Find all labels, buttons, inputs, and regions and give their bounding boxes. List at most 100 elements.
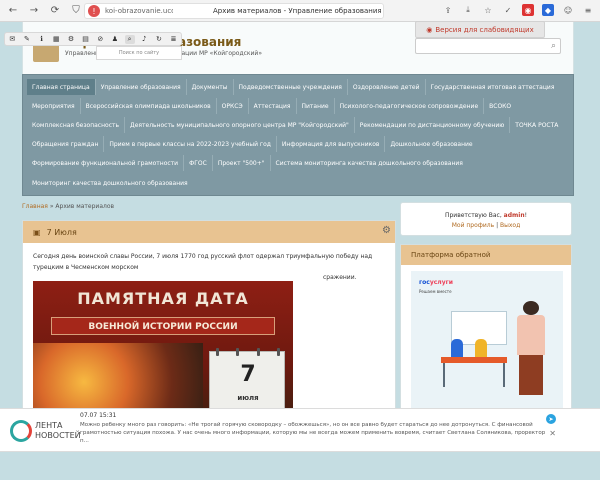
breadcrumb-current: Архив материалов <box>55 203 115 210</box>
forward-icon[interactable]: → <box>26 3 42 19</box>
article-side-text: сражении. <box>323 274 357 281</box>
poster-heading: ПАМЯТНАЯ ДАТА <box>77 289 249 308</box>
block-icon[interactable]: ⊘ <box>95 35 105 43</box>
user-box: Приветствую Вас, admin! Мой профиль | Вы… <box>400 202 572 236</box>
bell-icon[interactable]: ♪ <box>139 35 149 43</box>
news-logo-line2: НОВОСТЕЙ <box>35 431 81 440</box>
low-vision-button[interactable]: ◉ Версия для слабовидящих <box>415 21 545 38</box>
back-icon[interactable]: ← <box>5 3 21 19</box>
nav-item[interactable]: Рекомендации по дистанционному обучению <box>355 117 511 133</box>
search-input[interactable]: ⌕ <box>415 38 561 54</box>
calendar-day: 7 <box>240 362 256 387</box>
shield-check-icon[interactable]: ✓ <box>502 4 514 16</box>
gear-icon[interactable]: ⚙ <box>382 225 391 236</box>
nav-item[interactable]: ОРКСЭ <box>217 98 249 114</box>
info-icon[interactable]: ℹ <box>37 35 47 43</box>
star-icon[interactable]: ☆ <box>482 4 494 16</box>
list-icon[interactable]: ≣ <box>169 35 179 43</box>
nav-item[interactable]: Документы <box>187 79 234 95</box>
nav-item[interactable]: ТОЧКА РОСТА <box>510 117 563 133</box>
nav-item[interactable]: Государственная итоговая аттестация <box>426 79 560 95</box>
page-background-strip <box>0 452 600 480</box>
nav-row-6: Мониторинг качества дошкольного образова… <box>27 175 193 191</box>
nav-row-2: Мероприятия Всероссийская олимпиада школ… <box>27 98 516 114</box>
illustration-teacher-body <box>517 315 545 355</box>
tab-title: Архив материалов - Управление образовани… <box>213 7 382 15</box>
site-admin-toolbar: ✉ ✎ ℹ ▦ ⚙ ▤ ⊘ ♟ ⌕ ♪ ↻ ≣ <box>4 32 182 46</box>
nav-item[interactable]: Формирование функциональной грамотности <box>27 155 185 171</box>
refresh-icon[interactable]: ↻ <box>154 35 164 43</box>
profile-link[interactable]: Мой профиль <box>452 222 494 229</box>
search-toolbar-icon[interactable]: ⌕ <box>124 34 135 44</box>
nav-item-home[interactable]: Главная страница <box>27 79 96 95</box>
panel-icon[interactable]: ▦ <box>51 35 61 43</box>
breadcrumb: Главная » Архив материалов <box>22 203 114 210</box>
telegram-icon[interactable]: ➤ <box>546 414 556 424</box>
calendar-month: июля <box>237 394 259 402</box>
nav-item[interactable]: Аттестация <box>249 98 297 114</box>
nav-item[interactable]: Оздоровление детей <box>348 79 426 95</box>
nav-item[interactable]: Дошкольное образование <box>385 136 477 152</box>
pen-icon[interactable]: ✎ <box>22 35 32 43</box>
nav-item[interactable]: Питание <box>297 98 335 114</box>
nav-item[interactable]: Комплексная безопасность <box>27 117 126 133</box>
illustration-teacher-legs <box>519 355 543 395</box>
search-icon[interactable]: ⌕ <box>551 41 556 51</box>
news-logo[interactable]: ЛЕНТА НОВОСТЕЙ <box>10 418 81 444</box>
shield-icon[interactable]: ⛉ <box>68 3 84 19</box>
article-header: ▣ 7 Июля <box>23 221 395 243</box>
nav-item[interactable]: Мониторинг качества дошкольного образова… <box>27 175 193 191</box>
news-text[interactable]: Можно ребенку много раз говорить: «Не тр… <box>80 421 550 445</box>
profile-icon[interactable]: ☺ <box>562 4 574 16</box>
nav-item[interactable]: Управление образования <box>96 79 187 95</box>
greeting: Приветствую Вас, admin! <box>401 212 571 219</box>
extensions-bar: ⇪ ⤓ ☆ ✓ ◉ ◆ ☺ ≡ <box>442 4 594 16</box>
nav-item[interactable]: ВСОКО <box>484 98 516 114</box>
main-navigation: Главная страница Управление образования … <box>22 74 574 196</box>
greeting-text: Приветствую Вас, <box>444 212 502 219</box>
calendar-rings <box>216 348 280 356</box>
user-links: Мой профиль | Выход <box>401 222 571 229</box>
extension-blue-icon[interactable]: ◆ <box>542 4 554 16</box>
nav-item[interactable]: Система мониторинга качества дошкольного… <box>271 155 468 171</box>
news-ticker[interactable]: ЛЕНТА НОВОСТЕЙ 07.07 15:31 Можно ребенку… <box>0 408 600 452</box>
nav-item[interactable]: Мероприятия <box>27 98 81 114</box>
download-icon[interactable]: ⤓ <box>462 4 474 16</box>
logout-link[interactable]: Выход <box>500 222 520 229</box>
calendar-ring <box>256 348 260 356</box>
nav-row-3: Комплексная безопасность Деятельность му… <box>27 117 563 133</box>
illustration-child <box>475 339 487 357</box>
share-icon[interactable]: ⇪ <box>442 4 454 16</box>
nav-item[interactable]: Всероссийская олимпиада школьников <box>81 98 217 114</box>
nav-item[interactable]: Проект "500+" <box>213 155 271 171</box>
nav-item[interactable]: Обращения граждан <box>27 136 105 152</box>
illustration-teacher-head <box>523 301 539 315</box>
nav-item[interactable]: Подведомственные учреждения <box>234 79 348 95</box>
gosuslugi-logo-part1: гос <box>419 279 430 286</box>
gosuslugi-logo-part2: услуги <box>429 279 453 286</box>
address-bar[interactable]: ! koi-obrazovanie.ucoz.ru Архив материал… <box>84 3 384 19</box>
feedback-platform-widget: Платформа обратной госуслуги Решаем вмес… <box>400 244 572 420</box>
illustration-desk-legs <box>443 363 505 387</box>
file-icon[interactable]: ▤ <box>81 35 91 43</box>
nav-item[interactable]: Психолого-педагогическое сопровождение <box>335 98 485 114</box>
platform-title: Платформа обратной <box>401 245 571 265</box>
box-icon: ▣ <box>33 227 41 237</box>
close-icon[interactable]: ✕ <box>549 429 556 438</box>
nav-item[interactable]: Информация для выпускников <box>277 136 386 152</box>
illustration-child <box>451 339 463 357</box>
user-icon[interactable]: ♟ <box>110 35 120 43</box>
warning-icon[interactable]: ! <box>88 5 100 17</box>
gear-icon[interactable]: ⚙ <box>66 35 76 43</box>
menu-icon[interactable]: ≡ <box>582 4 594 16</box>
extension-red-icon[interactable]: ◉ <box>522 4 534 16</box>
article-title[interactable]: 7 Июля <box>47 228 77 237</box>
site-search-dropdown[interactable]: Поиск по сайту <box>96 46 182 60</box>
nav-item[interactable]: Прием в первые классы на 2022-2023 учебн… <box>104 136 277 152</box>
breadcrumb-home-link[interactable]: Главная <box>22 203 48 210</box>
reload-icon[interactable]: ⟳ <box>47 3 63 19</box>
nav-item[interactable]: Деятельность муниципального опорного цен… <box>125 117 355 133</box>
gosuslugi-banner[interactable]: госуслуги Решаем вместе <box>411 271 563 419</box>
mail-icon[interactable]: ✉ <box>7 35 17 43</box>
nav-item[interactable]: ФГОС <box>184 155 213 171</box>
